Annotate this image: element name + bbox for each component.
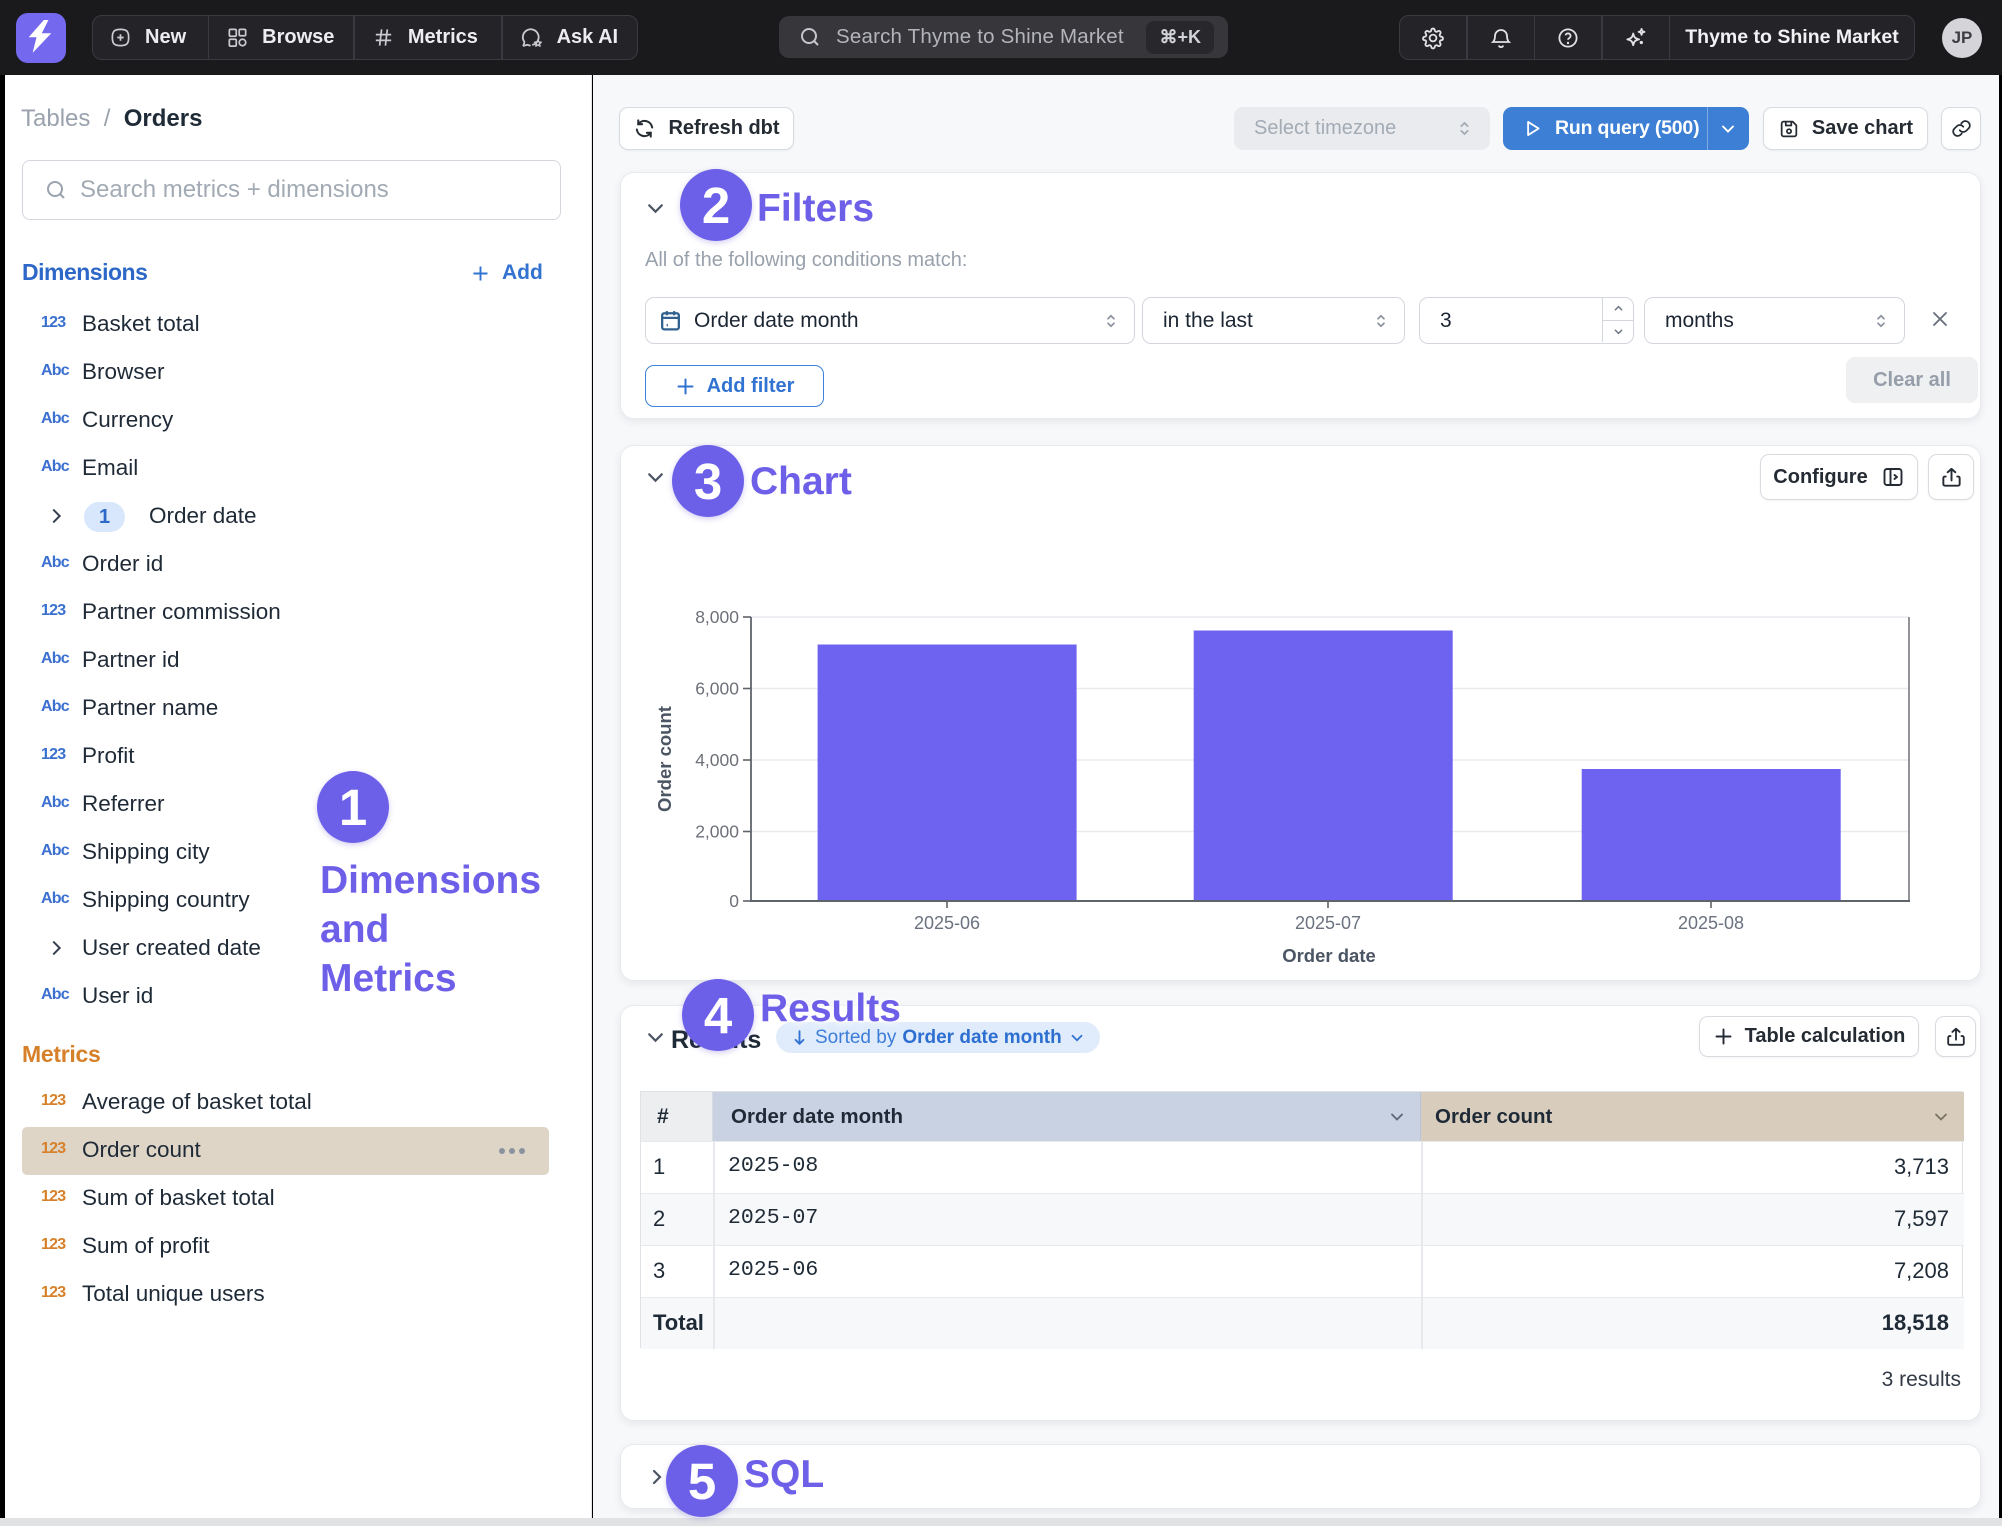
svg-text:2025-07: 2025-07 — [1295, 913, 1361, 933]
svg-text:0: 0 — [729, 891, 739, 911]
svg-text:2,000: 2,000 — [695, 822, 739, 842]
svg-text:Order count: Order count — [654, 706, 675, 812]
svg-text:6,000: 6,000 — [695, 679, 739, 699]
svg-text:2025-08: 2025-08 — [1678, 913, 1744, 933]
svg-text:8,000: 8,000 — [695, 607, 739, 627]
svg-text:2025-06: 2025-06 — [914, 913, 980, 933]
svg-text:Order date: Order date — [1282, 945, 1376, 966]
svg-text:4,000: 4,000 — [695, 750, 739, 770]
